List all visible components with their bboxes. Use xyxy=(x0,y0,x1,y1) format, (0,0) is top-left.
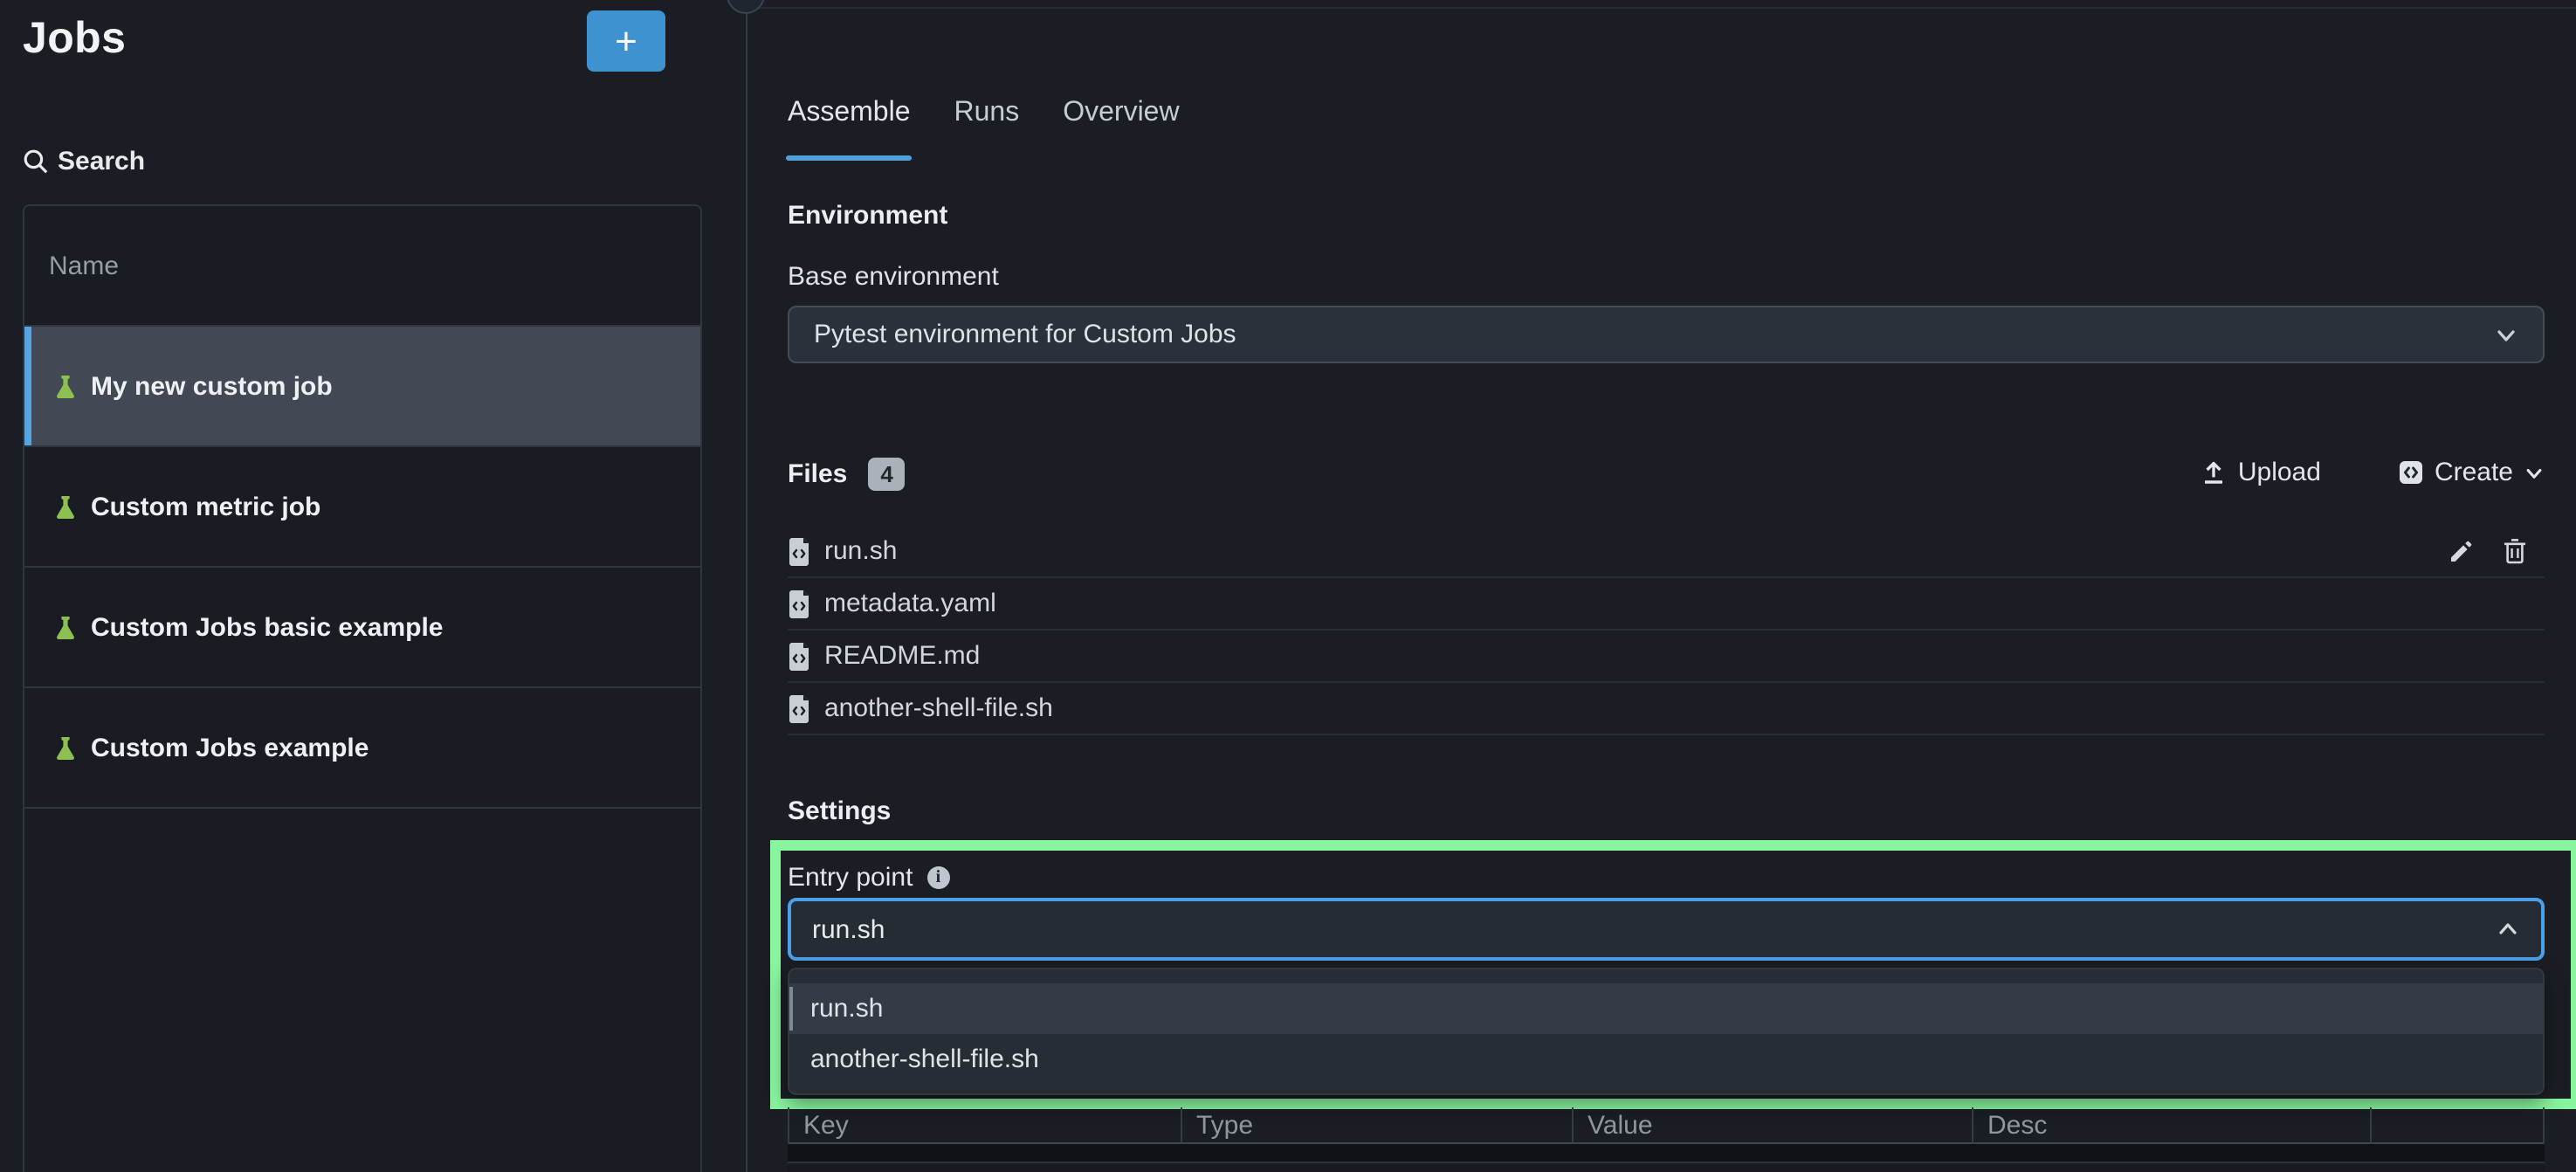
flask-icon xyxy=(52,734,79,761)
column-header-type: Type xyxy=(1182,1107,1574,1142)
base-environment-value: Pytest environment for Custom Jobs xyxy=(814,320,1236,349)
jobs-sidebar: Jobs + Search Name My new custom job xyxy=(0,0,747,1172)
search-toggle[interactable]: Search xyxy=(23,147,145,176)
code-file-icon xyxy=(788,537,810,565)
job-name: Custom Jobs basic example xyxy=(91,612,444,642)
detail-tabs: Assemble Runs Overview xyxy=(788,98,1180,157)
job-row-my-new-custom-job[interactable]: My new custom job xyxy=(24,327,700,447)
job-detail-panel: Assemble Runs Overview Environment Base … xyxy=(747,0,2576,1172)
flask-icon xyxy=(52,614,79,640)
sidebar-header: Jobs + xyxy=(23,14,723,84)
code-file-icon xyxy=(788,589,810,617)
code-file-icon xyxy=(788,694,810,722)
entry-point-combobox[interactable]: run.sh xyxy=(788,898,2545,961)
job-row-custom-jobs-example[interactable]: Custom Jobs example xyxy=(24,688,700,809)
tab-overview[interactable]: Overview xyxy=(1063,98,1179,157)
file-name: metadata.yaml xyxy=(824,589,996,618)
job-list: Name My new custom job Custom metric job… xyxy=(23,204,702,1172)
job-name: Custom metric job xyxy=(91,492,320,521)
files-heading: Files xyxy=(788,459,847,489)
chevron-down-icon xyxy=(2524,462,2545,483)
upload-label: Upload xyxy=(2238,458,2321,487)
code-file-icon xyxy=(788,642,810,670)
params-table-area xyxy=(788,1165,2545,1172)
dropdown-option-another-shell-file-sh[interactable]: another-shell-file.sh xyxy=(789,1034,2543,1085)
panel-top-divider xyxy=(747,7,2576,9)
option-label: run.sh xyxy=(810,994,883,1024)
entry-point-label: Entry point xyxy=(788,863,913,893)
selected-option-indicator xyxy=(789,987,793,1031)
flask-icon xyxy=(52,493,79,520)
upload-icon xyxy=(2201,459,2228,486)
column-header-value: Value xyxy=(1574,1107,1973,1142)
file-list: run.sh xyxy=(788,526,2545,735)
annotation-highlight-box: Entry point i run.sh run.sh another-shel… xyxy=(770,840,2576,1109)
job-list-name-header: Name xyxy=(24,206,700,327)
column-header-key: Key xyxy=(789,1107,1182,1142)
job-row-custom-metric-job[interactable]: Custom metric job xyxy=(24,447,700,568)
entry-point-value: run.sh xyxy=(812,914,885,944)
add-job-button[interactable]: + xyxy=(587,10,665,72)
tab-runs[interactable]: Runs xyxy=(954,98,1020,157)
file-row-another-shell-file-sh[interactable]: another-shell-file.sh xyxy=(788,683,2545,735)
settings-heading: Settings xyxy=(788,796,891,826)
job-row-custom-jobs-basic-example[interactable]: Custom Jobs basic example xyxy=(24,568,700,688)
file-row-run-sh[interactable]: run.sh xyxy=(788,526,2545,578)
files-count-badge: 4 xyxy=(868,458,905,491)
option-label: another-shell-file.sh xyxy=(810,1044,1039,1074)
file-name: README.md xyxy=(824,641,980,671)
params-table-row[interactable] xyxy=(788,1144,2545,1163)
jobs-page: Jobs + Search Name My new custom job xyxy=(0,0,2576,1172)
column-header-desc: Desc xyxy=(1973,1107,2372,1142)
upload-button[interactable]: Upload xyxy=(2201,458,2321,487)
file-row-actions xyxy=(2449,538,2545,564)
edit-pencil-icon[interactable] xyxy=(2449,538,2475,564)
flask-icon xyxy=(52,373,79,399)
environment-heading: Environment xyxy=(788,201,947,231)
create-label: Create xyxy=(2435,458,2513,487)
create-button[interactable]: Create xyxy=(2398,458,2545,487)
chevron-down-icon xyxy=(2494,322,2518,347)
code-file-icon xyxy=(2398,459,2424,486)
base-environment-select[interactable]: Pytest environment for Custom Jobs xyxy=(788,306,2545,363)
delete-trash-icon[interactable] xyxy=(2503,538,2527,564)
search-icon xyxy=(23,148,49,175)
file-name: run.sh xyxy=(824,536,897,566)
job-name: My new custom job xyxy=(91,371,333,401)
job-name: Custom Jobs example xyxy=(91,733,368,762)
file-name: another-shell-file.sh xyxy=(824,693,1053,723)
base-environment-label: Base environment xyxy=(788,262,999,292)
params-table-header: Key Type Value Desc xyxy=(788,1107,2545,1144)
file-row-metadata-yaml[interactable]: metadata.yaml xyxy=(788,578,2545,631)
search-label: Search xyxy=(58,147,145,176)
entry-point-label-row: Entry point i xyxy=(788,863,949,893)
info-icon[interactable]: i xyxy=(926,866,949,889)
entry-point-dropdown-menu: run.sh another-shell-file.sh xyxy=(788,968,2545,1095)
column-header-actions xyxy=(2372,1107,2543,1142)
file-row-readme-md[interactable]: README.md xyxy=(788,631,2545,683)
tab-assemble[interactable]: Assemble xyxy=(788,98,911,157)
file-actions: Upload Create xyxy=(2201,458,2545,487)
dropdown-option-run-sh[interactable]: run.sh xyxy=(789,983,2543,1034)
files-heading-row: Files 4 xyxy=(788,458,906,491)
chevron-up-icon xyxy=(2496,917,2520,941)
